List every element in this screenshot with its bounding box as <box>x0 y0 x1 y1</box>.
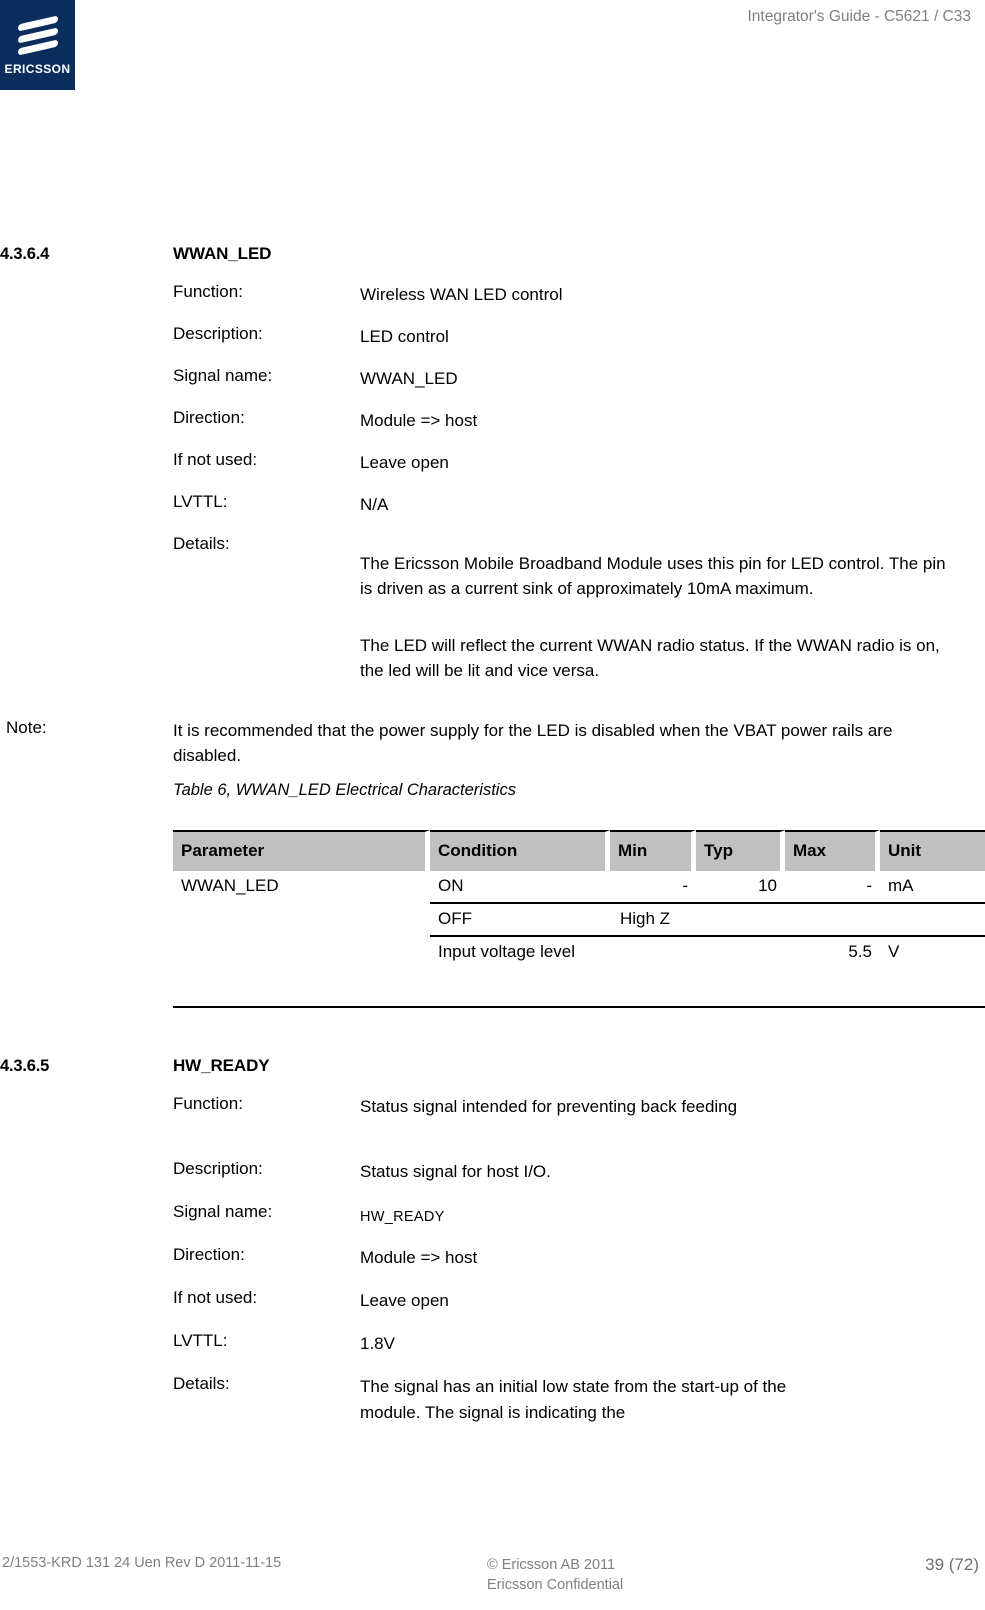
cell-typ-input-voltage-level <box>696 937 785 968</box>
col-header-condition: Condition <box>430 830 610 871</box>
cell-typ-off <box>696 904 785 937</box>
cell-min-on: - <box>610 871 696 904</box>
field-label-lvttl: LVTTL: <box>173 492 228 511</box>
col-header-unit: Unit <box>880 830 985 871</box>
cell-max-input-voltage-level: 5.5 <box>848 942 872 961</box>
footer-copyright-line1: © Ericsson AB 2011 <box>487 1557 616 1573</box>
field-label-details-2: Details: <box>173 1374 230 1393</box>
cell-typ-on: 10 <box>696 871 785 904</box>
field-label-function-2: Function: <box>173 1094 243 1113</box>
field-value-direction: Module => host <box>360 411 478 430</box>
ericsson-bars-icon <box>17 15 58 56</box>
field-label-details: Details: <box>173 534 230 553</box>
field-value-description-2: Status signal for host I/O. <box>360 1162 551 1181</box>
note-label: Note: <box>6 718 47 737</box>
cell-min-input-voltage-level <box>610 937 696 968</box>
footer-page-number: 39 (72) <box>925 1555 979 1574</box>
field-label-description: Description: <box>173 324 263 343</box>
footer-copyright: © Ericsson AB 2011 Ericsson Confidential <box>487 1555 623 1595</box>
field-value-signal-name: WWAN_LED <box>360 369 458 388</box>
col-header-min: Min <box>610 830 696 871</box>
cell-condition-off: OFF <box>430 904 610 937</box>
cell-max-off <box>785 904 880 937</box>
table-bottom-rule <box>173 1006 985 1008</box>
cell-parameter-wwan-led: WWAN_LED <box>181 876 279 895</box>
section-number-4-3-6-5: 4.3.6.5 <box>0 1057 50 1075</box>
field-value-direction-2: Module => host <box>360 1248 478 1267</box>
field-label-description-2: Description: <box>173 1159 263 1178</box>
note-text: It is recommended that the power supply … <box>173 721 893 765</box>
field-value-if-not-used-2: Leave open <box>360 1291 449 1310</box>
col-header-max: Max <box>785 830 880 871</box>
section-number-4-3-6-4: 4.3.6.4 <box>0 245 50 263</box>
field-label-direction: Direction: <box>173 408 245 427</box>
cell-condition-on: ON <box>430 871 610 904</box>
table-header-row: Parameter Condition Min Typ Max Unit <box>173 830 985 871</box>
field-value-if-not-used: Leave open <box>360 453 449 472</box>
cell-unit-input-voltage-level: V <box>888 942 900 961</box>
table-caption: Table 6, WWAN_LED Electrical Characteris… <box>173 781 516 799</box>
cell-max-on: - <box>785 871 880 904</box>
field-value-lvttl-2: 1.8V <box>360 1334 395 1353</box>
footer-document-id: 2/1553-KRD 131 24 Uen Rev D 2011-11-15 <box>2 1555 282 1571</box>
section-title-hw-ready: HW_READY <box>173 1056 270 1075</box>
field-value-function: Wireless WAN LED control <box>360 285 563 304</box>
cell-min-off: High Z <box>610 904 696 937</box>
field-value-function-2: Status signal intended for preventing ba… <box>360 1097 738 1116</box>
field-value-signal-name-2: HW_READY <box>360 1209 445 1225</box>
details-paragraph-1: The Ericsson Mobile Broadband Module use… <box>360 554 946 598</box>
field-label-function: Function: <box>173 282 243 301</box>
cell-unit-on: mA <box>880 871 985 904</box>
cell-unit-off <box>880 904 985 937</box>
field-label-lvttl-2: LVTTL: <box>173 1331 228 1350</box>
section-title-wwan-led: WWAN_LED <box>173 244 272 263</box>
field-label-if-not-used-2: If not used: <box>173 1288 258 1307</box>
table-wwan-led-electrical-characteristics: Parameter Condition Min Typ Max Unit WWA… <box>173 830 985 968</box>
table-row: WWAN_LED ON - 10 - mA <box>173 871 985 904</box>
page-footer: 2/1553-KRD 131 24 Uen Rev D 2011-11-15 ©… <box>0 1555 985 1610</box>
col-header-parameter: Parameter <box>173 830 430 871</box>
details-paragraph-2: The LED will reflect the current WWAN ra… <box>360 636 940 680</box>
field-label-signal-name-2: Signal name: <box>173 1202 273 1221</box>
cell-condition-input-voltage-level: Input voltage level <box>438 942 576 961</box>
field-value-details-2: The signal has an initial low state from… <box>360 1377 787 1422</box>
field-label-if-not-used: If not used: <box>173 450 258 469</box>
field-value-description: LED control <box>360 327 449 346</box>
col-header-typ: Typ <box>696 830 785 871</box>
footer-confidentiality-line: Ericsson Confidential <box>487 1577 624 1593</box>
document-header-title: Integrator's Guide - C5621 / C33 <box>747 8 971 25</box>
field-value-lvttl: N/A <box>360 495 389 514</box>
field-label-direction-2: Direction: <box>173 1245 245 1264</box>
field-label-signal-name: Signal name: <box>173 366 273 385</box>
ericsson-logo-wordmark: ERICSSON <box>4 62 71 76</box>
ericsson-logo: ERICSSON <box>0 0 75 90</box>
